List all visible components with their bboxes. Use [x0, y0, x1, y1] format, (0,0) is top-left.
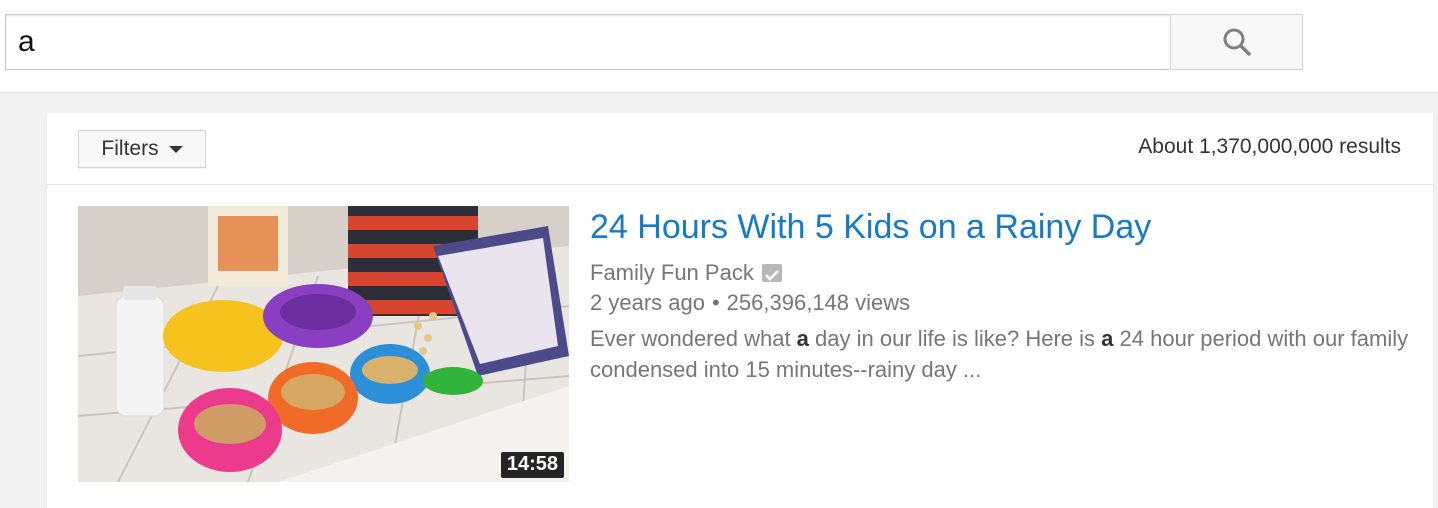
description-highlight: a: [1101, 326, 1114, 351]
video-title[interactable]: 24 Hours With 5 Kids on a Rainy Day: [590, 208, 1151, 247]
caret-down-icon: [168, 145, 183, 153]
search-button[interactable]: [1170, 14, 1303, 70]
search-input[interactable]: [5, 14, 1169, 70]
filters-button[interactable]: Filters: [78, 130, 206, 168]
video-duration: 14:58: [500, 452, 564, 478]
results-count: About 1,370,000,000 results: [1138, 135, 1401, 158]
upload-age: 2 years ago: [590, 290, 705, 315]
description-text: Ever wondered what: [590, 326, 797, 351]
search-icon: [1223, 28, 1251, 56]
results-card: Filters About 1,370,000,000 results 14:5…: [47, 113, 1433, 508]
meta-separator: •: [711, 290, 720, 315]
view-count: 256,396,148 views: [726, 290, 911, 315]
channel-row: Family Fun Pack: [590, 260, 782, 286]
video-description: Ever wondered what a day in our life is …: [590, 323, 1420, 385]
filters-label: Filters: [101, 137, 159, 160]
filter-bar: Filters About 1,370,000,000 results: [47, 113, 1433, 185]
video-result: 14:58 24 Hours With 5 Kids on a Rainy Da…: [78, 206, 1418, 482]
description-highlight: a: [796, 326, 809, 351]
masthead: [0, 0, 1438, 92]
video-thumbnail[interactable]: 14:58: [78, 206, 569, 482]
verified-check-icon: [761, 264, 782, 282]
video-meta: 2 years ago • 256,396,148 views: [590, 290, 910, 316]
description-text: day in our life is like? Here is: [808, 326, 1102, 351]
thumbnail-image: [78, 206, 569, 482]
channel-name[interactable]: Family Fun Pack: [590, 260, 754, 286]
